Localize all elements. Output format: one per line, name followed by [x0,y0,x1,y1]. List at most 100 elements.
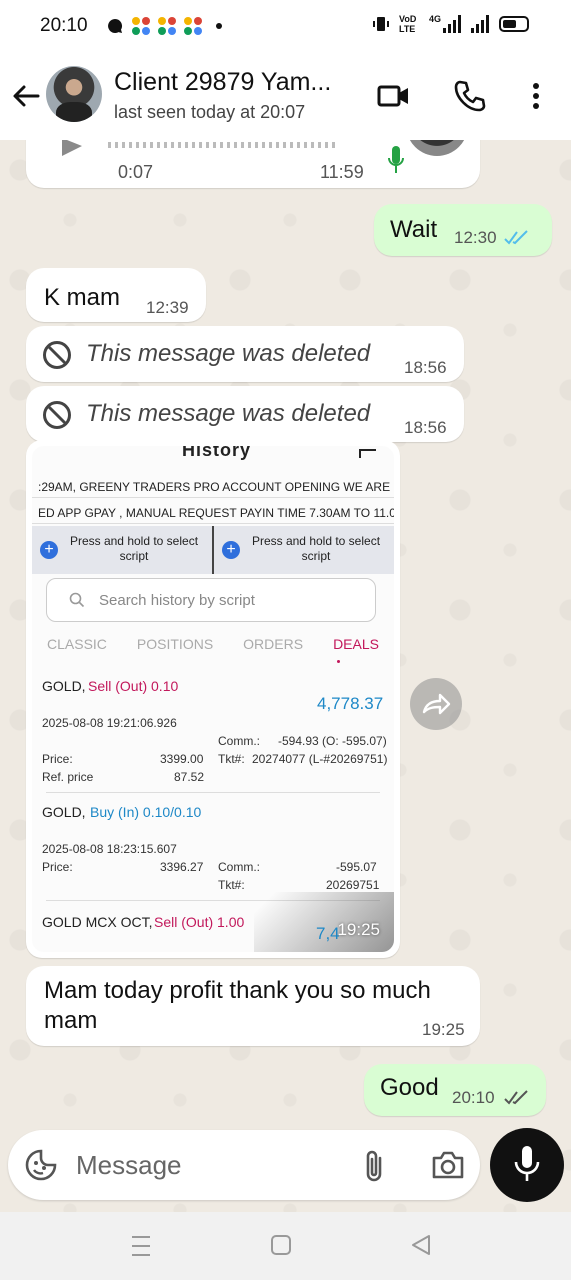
deal-symbol: GOLD, [42,804,86,820]
script-select-label: Press and hold to select script [69,534,199,563]
news-ticker: ED APP GPAY , MANUAL REQUEST PAYIN TIME … [32,502,394,524]
trading-history-screenshot[interactable]: History :29AM, GREENY TRADERS PRO ACCOUN… [32,446,394,952]
ref-price-value: 87.52 [174,770,205,784]
phone-icon[interactable] [452,78,488,114]
read-ticks-icon [504,1090,528,1105]
app-notification-icon [157,17,176,35]
image-time: 19:25 [337,920,380,939]
status-right-icons: VoD LTE 4G [372,14,529,34]
mic-button[interactable] [490,1128,564,1202]
attach-icon[interactable] [362,1148,386,1184]
message-time: 12:39 [146,298,189,317]
last-seen-status: last seen today at 20:07 [114,102,306,122]
avatar[interactable] [46,66,102,122]
price-label: Price: [42,752,73,766]
active-tab-dot [337,660,340,663]
search-placeholder: Search history by script [99,592,255,609]
more-notifications-dot [215,23,222,29]
divider [46,792,380,793]
expand-icon [359,449,376,458]
sticker-icon[interactable] [24,1148,58,1182]
ref-price-label: Ref. price [42,770,94,784]
history-tabs: CLASSIC POSITIONS ORDERS DEALS [32,636,394,652]
deal-datetime: 2025-08-08 19:21:06.926 [42,716,177,730]
camera-icon[interactable] [430,1148,466,1182]
status-bar: 20:10 VoD LTE 4G [0,0,571,52]
price-value: 3396.27 [160,860,204,874]
search-icon [69,592,85,608]
vibrate-icon [372,17,389,31]
deal-symbol: GOLD MCX OCT, [42,914,153,930]
forward-button[interactable] [410,678,462,730]
message-composer[interactable]: Message [8,1130,480,1200]
deleted-text: This message was deleted [86,340,371,367]
menu-icon[interactable] [130,1234,152,1258]
screenshot-title: History [182,446,252,460]
script-select-right: + Press and hold to select script [212,526,394,574]
contact-name[interactable]: Client 29879 Yam... [114,68,331,97]
deal-datetime: 2025-08-08 18:23:15.607 [42,842,177,856]
message-time: 18:56 [404,358,447,377]
message-time: 12:30 [454,228,497,247]
comm-value: -594.93 (O: -595.07) [278,734,387,748]
tkt-label: Tkt#: [218,878,245,892]
system-nav-bar [0,1212,571,1280]
deal-action: Buy (In) 0.10/0.10 [90,804,202,820]
signal-icon [443,15,461,33]
waveform[interactable] [108,142,338,148]
battery-icon [499,16,529,32]
block-icon [43,401,71,429]
image-message-bubble[interactable]: History :29AM, GREENY TRADERS PRO ACCOUN… [26,440,400,958]
app-notification-icon [131,17,150,35]
tab-deals: DEALS [333,636,379,652]
tkt-value: 20269751 [326,878,380,892]
message-text: Wait [390,216,438,243]
voice-time: 11:59 [320,162,364,182]
message-bubble-outgoing[interactable]: Wait 12:30 [374,204,552,256]
voice-message-bubble[interactable]: 0:07 11:59 [26,140,480,188]
message-text: Mam today profit thank you so much mam [44,977,431,1034]
status-time: 20:10 [40,15,88,36]
chat-header: Client 29879 Yam... last seen today at 2… [0,52,571,140]
block-icon [43,341,71,369]
message-input[interactable]: Message [76,1150,182,1181]
message-bubble-outgoing[interactable]: Good 20:10 [364,1064,546,1116]
forward-icon [422,693,451,715]
message-bubble-incoming[interactable]: K mam 12:39 [26,268,206,322]
tkt-label: Tkt#: [218,752,245,766]
price-label: Price: [42,860,73,874]
notification-icons [106,17,222,35]
home-icon[interactable] [270,1234,292,1256]
tab-positions: POSITIONS [136,636,214,652]
tab-classic: CLASSIC [47,636,107,652]
chat-area[interactable]: 0:07 11:59 Wait 12:30 K mam 12:39 This m… [0,140,571,1212]
more-vert-icon[interactable] [518,78,554,114]
sender-avatar [406,140,468,156]
voice-duration: 0:07 [118,162,154,182]
deal-action: Sell (Out) 1.00 [154,914,245,930]
script-select-bar: + Press and hold to select script + Pres… [32,526,394,574]
message-bubble-incoming[interactable]: Mam today profit thank you so much mam 1… [26,966,480,1046]
history-search-box: Search history by script [46,578,376,622]
comm-value: -595.07 [336,860,377,874]
news-ticker: :29AM, GREENY TRADERS PRO ACCOUNT OPENIN… [32,476,394,498]
network-label: VoD LTE [398,14,417,34]
comm-label: Comm.: [218,860,260,874]
deal-profit: 4,778.37 [317,694,384,713]
deal-symbol: GOLD, [42,678,86,694]
mic-icon [514,1146,540,1181]
price-value: 3399.00 [160,752,204,766]
script-select-left: + Press and hold to select script [32,526,212,574]
message-text: Good [380,1074,439,1101]
message-time: 18:56 [404,418,447,437]
deleted-message-bubble[interactable]: This message was deleted 18:56 [26,326,464,382]
read-ticks-icon [504,230,528,245]
comm-label: Comm.: [218,734,260,748]
deleted-message-bubble[interactable]: This message was deleted 18:56 [26,386,464,442]
app-notification-icon [183,17,202,35]
plus-icon: + [222,541,240,559]
play-icon[interactable] [60,140,84,156]
back-arrow-icon[interactable] [10,80,42,112]
video-call-icon[interactable] [376,78,412,114]
back-icon[interactable] [410,1234,432,1256]
